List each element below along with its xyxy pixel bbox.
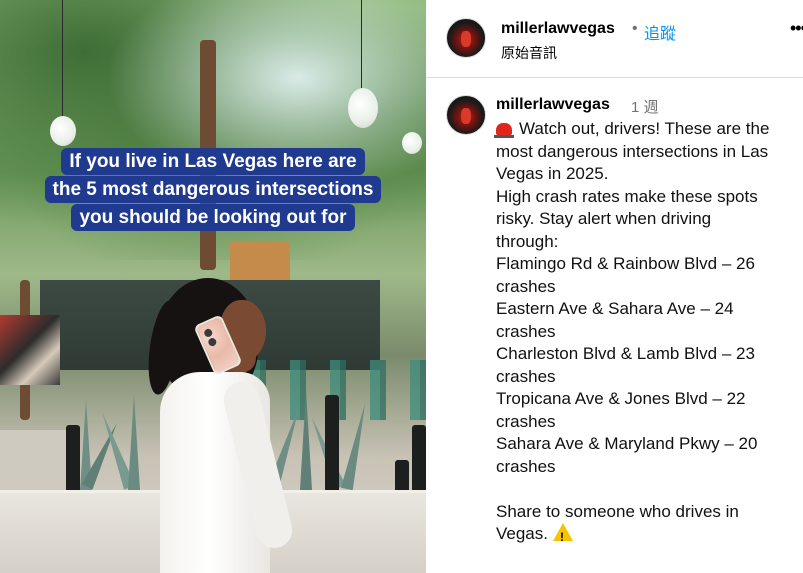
caption-line: Eastern Ave & Sahara Ave – 24 [496, 299, 734, 318]
original-audio-link[interactable]: 原始音訊 [501, 43, 557, 63]
avatar[interactable] [446, 18, 486, 58]
hanging-lamp [348, 88, 378, 128]
overlay-line: you should be looking out for [71, 204, 355, 231]
bollard [412, 425, 426, 495]
post-side-panel: millerlawvegas • 追蹤 原始音訊 ••• millerlawve… [426, 0, 803, 573]
caption-line: Charleston Blvd & Lamb Blvd – 23 [496, 344, 755, 363]
warning-emoji-icon [553, 523, 573, 549]
video-caption-overlay: If you live in Las Vegas here are the 5 … [0, 148, 426, 232]
caption-line: most dangerous intersections in Las [496, 141, 769, 161]
caption-line: crashes [496, 411, 556, 431]
caption-line: through: [496, 231, 559, 251]
lamp-cord [361, 0, 362, 88]
caption-line: crashes [496, 456, 556, 476]
more-options-icon[interactable]: ••• [790, 18, 803, 39]
caption-avatar[interactable] [446, 95, 486, 135]
bollard [66, 425, 80, 493]
post-header: millerlawvegas • 追蹤 原始音訊 ••• [426, 0, 803, 78]
overlay-line: If you live in Las Vegas here are [61, 148, 365, 175]
siren-emoji-icon [494, 123, 514, 138]
separator-dot: • [632, 20, 638, 37]
caption-line: Flamingo Rd & Rainbow Blvd – 26 [496, 254, 755, 273]
caption-line: High crash rates make these spots [496, 186, 758, 206]
caption-line: Tropicana Ave & Jones Blvd – 22 [496, 389, 746, 408]
caption-line: Sahara Ave & Maryland Pkwy – 20 [496, 434, 758, 453]
caption-line: risky. Stay alert when driving [496, 209, 712, 228]
header-username[interactable]: millerlawvegas [501, 20, 615, 38]
bollard [325, 395, 339, 495]
caption-line: crashes [496, 321, 556, 341]
post-timestamp[interactable]: 1 週 [631, 96, 659, 117]
lamp-cord [62, 0, 63, 118]
follow-button[interactable]: 追蹤 [644, 20, 676, 44]
wall-mural [0, 315, 60, 385]
caption-line: Vegas. [496, 523, 796, 549]
caption-line: Share to someone who drives in [496, 501, 739, 521]
caption-line: crashes [496, 276, 556, 296]
caption-line: crashes [496, 366, 556, 386]
building-accent [230, 242, 290, 282]
caption-line: Watch out, drivers! These are the [494, 118, 796, 141]
caption-line: Vegas in 2025. [496, 164, 609, 183]
agave-plant [128, 395, 140, 490]
caption-username[interactable]: millerlawvegas [496, 96, 610, 114]
hanging-lamp [50, 116, 76, 146]
caption-text: Watch out, drivers! These are the most d… [494, 118, 796, 549]
agave-plant [300, 390, 312, 490]
video-player[interactable]: If you live in Las Vegas here are the 5 … [0, 0, 426, 573]
overlay-line: the 5 most dangerous intersections [44, 176, 382, 203]
